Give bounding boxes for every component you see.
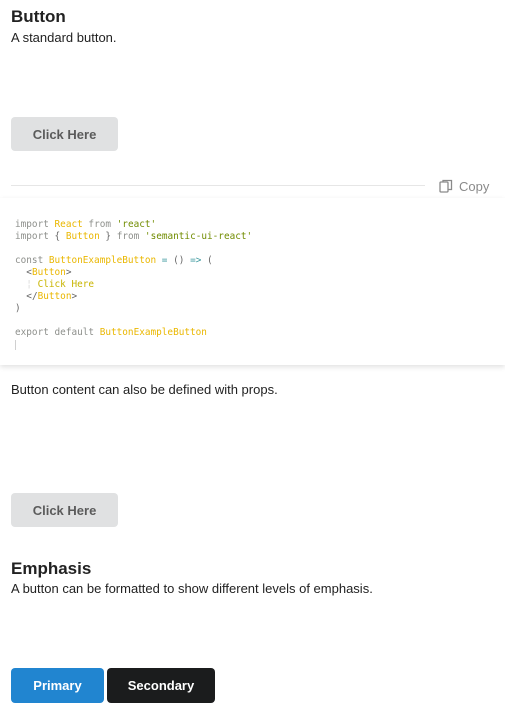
- click-here-button[interactable]: Click Here: [11, 117, 118, 151]
- code-line-10: export default ButtonExampleButton: [15, 327, 207, 338]
- code-line-8: ): [15, 303, 21, 314]
- code-divider: [11, 185, 425, 186]
- code-line-1: import React from 'react': [15, 219, 157, 230]
- code-line-6: ¦ Click Here: [26, 279, 95, 290]
- section-title-emphasis: Emphasis: [11, 559, 92, 578]
- text-cursor: [15, 339, 16, 350]
- copy-code-button[interactable]: Copy: [439, 178, 489, 194]
- primary-button[interactable]: Primary: [11, 668, 104, 703]
- section-description-emphasis: A button can be formatted to show differ…: [11, 581, 373, 596]
- section-description-button: A standard button.: [11, 30, 117, 45]
- section-title-button: Button: [11, 7, 66, 26]
- secondary-button[interactable]: Secondary: [107, 668, 215, 703]
- code-line-5: <Button>: [26, 267, 72, 278]
- copy-icon: [439, 179, 453, 193]
- click-here-props-button[interactable]: Click Here: [11, 493, 118, 527]
- code-block: import React from 'react' import { Butto…: [15, 219, 252, 351]
- code-line-2: import { Button } from 'semantic-ui-reac…: [15, 231, 253, 242]
- code-editor[interactable]: import React from 'react' import { Butto…: [0, 198, 505, 365]
- section-description-props: Button content can also be defined with …: [11, 382, 278, 397]
- code-line-7: </Button>: [26, 291, 78, 302]
- code-line-4: const ButtonExampleButton = () => (: [15, 255, 213, 266]
- copy-label: Copy: [459, 178, 490, 194]
